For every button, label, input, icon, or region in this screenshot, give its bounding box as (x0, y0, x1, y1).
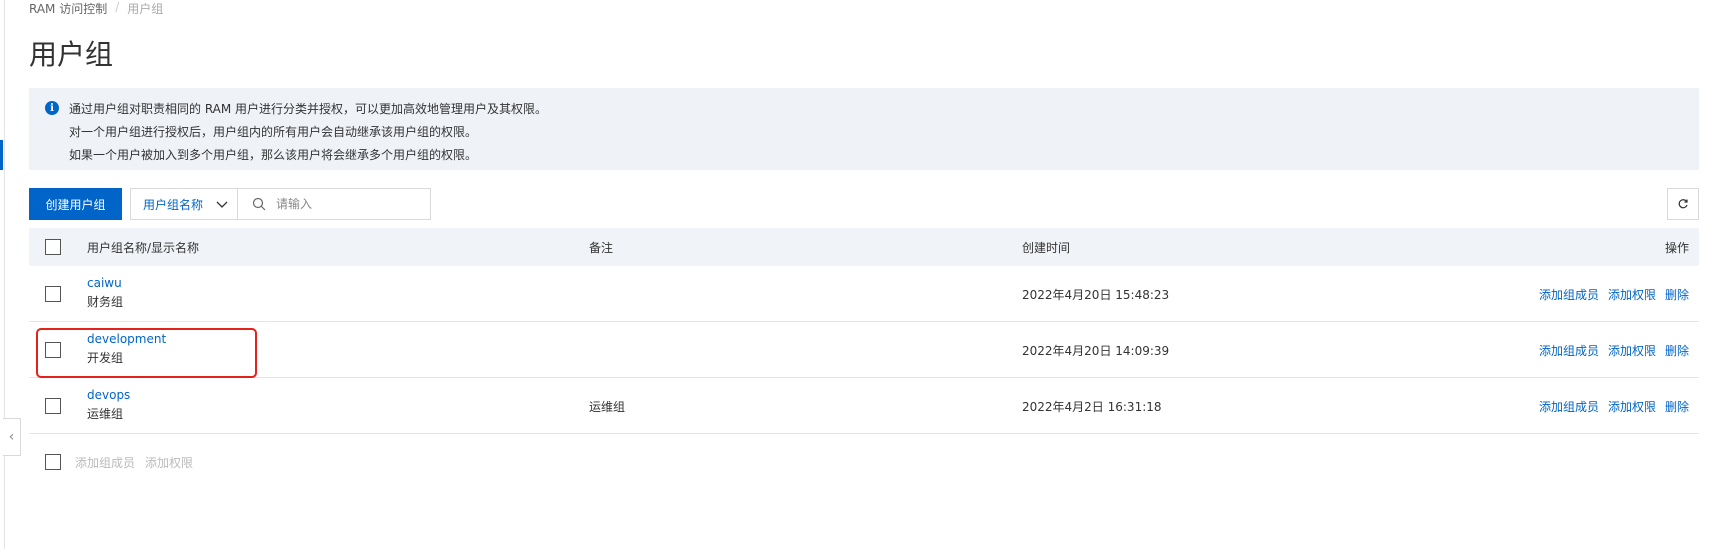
filter-field-select[interactable]: 用户组名称 (130, 188, 238, 220)
filter-field-selected: 用户组名称 (143, 197, 204, 212)
search-box (237, 188, 431, 220)
notice-line: 如果一个用户被加入到多个用户组，那么该用户将会继承多个用户组的权限。 (69, 148, 478, 162)
notice-line: 通过用户组对职责相同的 RAM 用户进行分类并授权，可以更加高效地管理用户及其权… (69, 102, 548, 116)
group-name-link[interactable]: caiwu (87, 276, 123, 290)
toolbar: 创建用户组 用户组名称 (29, 188, 1699, 220)
group-display-name: 财务组 (87, 295, 124, 309)
info-notice: i 通过用户组对职责相同的 RAM 用户进行分类并授权，可以更加高效地管理用户及… (29, 88, 1699, 170)
search-icon (252, 197, 266, 211)
breadcrumb-root[interactable]: RAM 访问控制 (29, 0, 107, 17)
add-permission-link[interactable]: 添加权限 (1608, 342, 1656, 359)
breadcrumb-separator: / (115, 0, 120, 14)
table-row: development 开发组 2022年4月20日 14:09:39 添加组成… (29, 322, 1699, 378)
group-name-cell: devops 运维组 (87, 388, 130, 422)
group-created-time: 2022年4月20日 14:09:39 (1022, 344, 1170, 358)
info-icon: i (45, 101, 59, 115)
group-display-name: 运维组 (87, 407, 124, 421)
select-all-checkbox[interactable] (45, 239, 61, 255)
row-actions: 添加组成员 添加权限 删除 (1539, 286, 1689, 303)
refresh-button[interactable] (1667, 188, 1699, 220)
breadcrumb: RAM 访问控制 / 用户组 (29, 0, 163, 17)
batch-select-checkbox[interactable] (45, 454, 61, 470)
group-name-cell: caiwu 财务组 (87, 276, 123, 310)
group-name-link[interactable]: devops (87, 388, 130, 402)
notice-line: 对一个用户组进行授权后，用户组内的所有用户会自动继承该用户组的权限。 (69, 125, 478, 139)
row-checkbox[interactable] (45, 286, 61, 302)
add-permission-link[interactable]: 添加权限 (1608, 398, 1656, 415)
batch-actions-bar: 添加组成员 添加权限 (29, 452, 193, 472)
group-created-time: 2022年4月2日 16:31:18 (1022, 400, 1162, 414)
refresh-icon (1678, 199, 1688, 209)
delete-link[interactable]: 删除 (1665, 342, 1689, 359)
breadcrumb-current: 用户组 (127, 2, 164, 16)
chevron-down-icon (216, 201, 228, 208)
header-created: 创建时间 (1022, 241, 1071, 255)
sidebar-collapse-handle[interactable]: ‹ (3, 418, 21, 456)
header-ops: 操作 (1664, 241, 1689, 255)
nav-active-indicator (0, 140, 3, 170)
highlight-annotation (36, 328, 257, 378)
header-name: 用户组名称/显示名称 (87, 241, 200, 255)
table-row: devops 运维组 运维组 2022年4月2日 16:31:18 添加组成员 … (29, 378, 1699, 434)
create-group-button[interactable]: 创建用户组 (29, 188, 122, 220)
header-note: 备注 (589, 241, 614, 255)
table-row: caiwu 财务组 2022年4月20日 15:48:23 添加组成员 添加权限… (29, 266, 1699, 322)
add-member-link[interactable]: 添加组成员 (1539, 286, 1599, 303)
row-actions: 添加组成员 添加权限 删除 (1539, 342, 1689, 359)
add-member-link[interactable]: 添加组成员 (1539, 342, 1599, 359)
chevron-left-icon: ‹ (8, 429, 15, 445)
delete-link[interactable]: 删除 (1665, 398, 1689, 415)
add-member-link[interactable]: 添加组成员 (1539, 398, 1599, 415)
row-checkbox[interactable] (45, 398, 61, 414)
search-input[interactable] (276, 197, 416, 211)
left-rail (0, 0, 5, 549)
group-note: 运维组 (589, 400, 626, 414)
group-created-time: 2022年4月20日 15:48:23 (1022, 288, 1170, 302)
table-header: 用户组名称/显示名称 备注 创建时间 操作 (29, 228, 1699, 266)
page-title: 用户组 (29, 38, 114, 71)
add-permission-link[interactable]: 添加权限 (1608, 286, 1656, 303)
batch-add-permission-button[interactable]: 添加权限 (145, 454, 193, 471)
row-actions: 添加组成员 添加权限 删除 (1539, 398, 1689, 415)
user-group-table: 用户组名称/显示名称 备注 创建时间 操作 caiwu 财务组 2022年4月2… (29, 228, 1699, 434)
batch-add-member-button[interactable]: 添加组成员 (75, 454, 135, 471)
delete-link[interactable]: 删除 (1665, 286, 1689, 303)
